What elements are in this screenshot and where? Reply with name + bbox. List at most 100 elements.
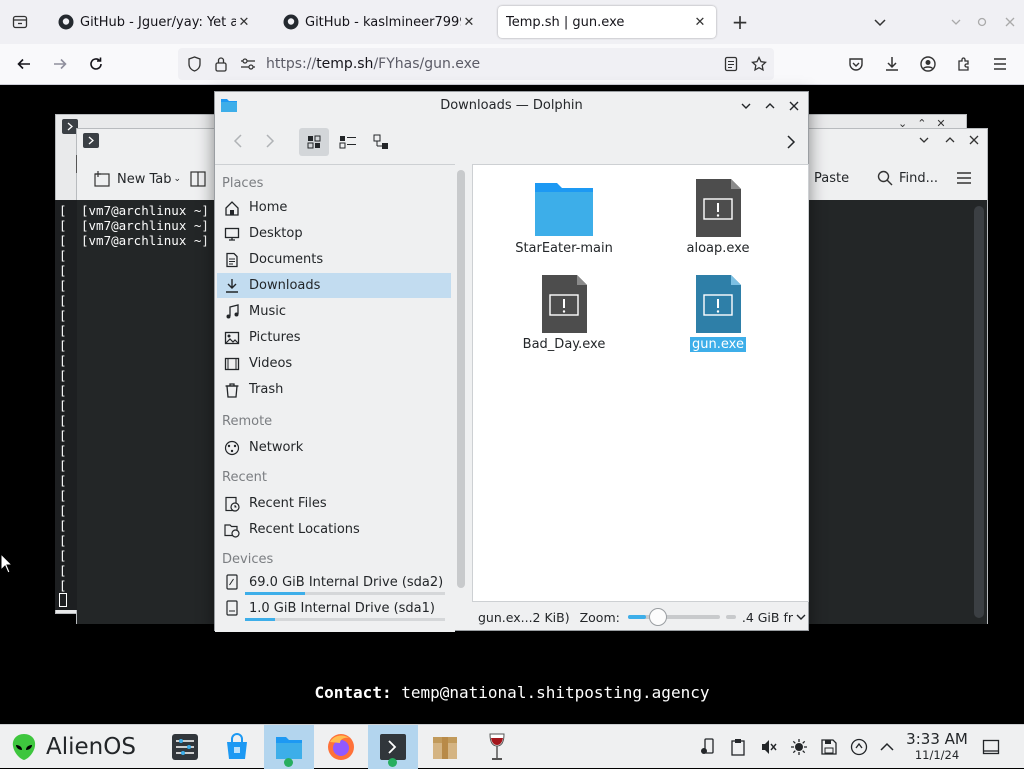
clipboard-icon[interactable] <box>730 738 746 756</box>
place-music[interactable]: Music <box>217 299 451 324</box>
save-disk-icon[interactable] <box>820 738 838 756</box>
url-text[interactable]: https://temp.sh/FYhas/gun.exe <box>266 56 480 72</box>
close-tab-icon[interactable]: ✕ <box>461 15 477 30</box>
list-all-tabs-chevron-icon[interactable] <box>866 8 894 36</box>
lock-icon[interactable] <box>207 50 235 78</box>
tab-list-icon[interactable] <box>6 8 34 36</box>
tab-github-yay[interactable]: GitHub - Jguer/yay: Yet an ✕ <box>50 6 260 38</box>
new-tab-button[interactable]: New Tab ⌄ <box>93 170 181 188</box>
terminal-bracket: [ <box>59 323 67 338</box>
paste-button[interactable]: Paste <box>814 171 849 186</box>
taskbar-archive-app[interactable] <box>420 725 470 769</box>
digital-clock[interactable]: 3:33 AM 11/1/24 <box>900 731 974 763</box>
konsole-maximize-icon[interactable] <box>944 134 956 146</box>
home-icon <box>223 199 241 217</box>
close-tab-icon[interactable]: ✕ <box>692 15 708 30</box>
file-item[interactable]: Bad_Day.exe <box>499 275 629 352</box>
compact-view-icon[interactable] <box>339 134 357 150</box>
find-button[interactable]: Find... <box>877 170 938 186</box>
terminal-line: [vm7@archlinux ~] <box>81 218 209 233</box>
konsole-close-icon[interactable] <box>968 134 980 146</box>
forward-nav-icon[interactable] <box>263 132 277 150</box>
new-tab-plus-icon[interactable]: + <box>726 8 754 36</box>
places-scrollbar[interactable] <box>457 170 465 588</box>
tab-github-kaslmineer[interactable]: GitHub - kaslmineer7999/ ✕ <box>275 6 485 38</box>
maximize-icon[interactable] <box>764 100 776 112</box>
terminal-bracket: [ <box>59 413 67 428</box>
place-home[interactable]: Home <box>217 195 451 220</box>
downloads-icon[interactable] <box>878 50 906 78</box>
device-label: 69.0 GiB Internal Drive (sda2) <box>249 574 444 590</box>
tab-tempsh-gun[interactable]: Temp.sh | gun.exe ✕ <box>498 6 716 38</box>
updates-icon[interactable] <box>850 738 868 756</box>
place-documents[interactable]: Documents <box>217 247 451 272</box>
pocket-icon[interactable] <box>842 50 870 78</box>
taskbar-konsole-app[interactable] <box>368 725 418 769</box>
split-view-icon[interactable] <box>190 170 206 188</box>
place-pictures[interactable]: Pictures <box>217 325 451 350</box>
brightness-icon[interactable] <box>790 738 808 756</box>
reader-view-icon[interactable] <box>717 50 745 78</box>
taskbar-discover-app[interactable] <box>212 725 262 769</box>
place-trash[interactable]: Trash <box>217 377 451 402</box>
device-sda1[interactable]: 1.0 GiB Internal Drive (sda1) <box>217 597 451 619</box>
desktop-icon <box>223 225 241 243</box>
extensions-icon[interactable] <box>950 50 978 78</box>
terminal-scrollbar[interactable] <box>974 206 984 618</box>
wine-glass-icon <box>485 732 509 762</box>
terminal-bracket: [ <box>59 443 67 458</box>
running-indicator-icon <box>284 758 293 767</box>
chevron-down-icon[interactable] <box>795 611 807 623</box>
back-arrow-icon[interactable] <box>10 50 38 78</box>
konsole-menu-icon[interactable] <box>956 171 972 185</box>
reload-icon[interactable] <box>82 50 110 78</box>
kde-connect-icon[interactable] <box>700 738 718 756</box>
forward-arrow-icon[interactable] <box>46 50 74 78</box>
file-item[interactable]: aloap.exe <box>653 179 783 256</box>
place-recent-files[interactable]: Recent Files <box>217 491 451 516</box>
zoom-slider-handle[interactable] <box>649 608 668 626</box>
terminal-bracket: [ <box>59 563 67 578</box>
zoom-slider[interactable] <box>627 608 720 626</box>
place-desktop[interactable]: Desktop <box>217 221 451 246</box>
close-icon[interactable] <box>788 100 800 112</box>
taskbar-firefox-app[interactable] <box>316 725 366 769</box>
more-chevron-icon[interactable] <box>785 134 797 150</box>
application-launcher[interactable]: AlienOS <box>10 729 136 765</box>
taskbar: AlienOS <box>0 724 1024 769</box>
place-downloads[interactable]: Downloads <box>217 273 451 298</box>
contact-label: Contact: <box>314 683 392 702</box>
close-tab-icon[interactable]: ✕ <box>236 15 252 30</box>
file-item-selected[interactable]: gun.exe <box>653 275 783 352</box>
taskbar-wine-app[interactable] <box>472 725 522 769</box>
mouse-pointer-icon <box>0 553 14 575</box>
permissions-icon[interactable] <box>234 50 262 78</box>
taskbar-settings-app[interactable] <box>160 725 210 769</box>
device-sda2[interactable]: 69.0 GiB Internal Drive (sda2) <box>217 571 451 593</box>
tracking-shield-icon[interactable] <box>180 50 208 78</box>
back-terminal-brackets: [[[[[[[[[[[[[[[[[[[[[[[[[[ <box>59 203 67 593</box>
file-view[interactable]: StarEater-main aloap.exe Bad_Day.exe gun… <box>472 164 809 602</box>
maximize-window-icon[interactable] <box>968 8 996 36</box>
contact-email[interactable]: temp@national.shitposting.agency <box>401 683 709 702</box>
hamburger-menu-icon[interactable] <box>986 50 1014 78</box>
account-icon[interactable] <box>914 50 942 78</box>
bookmark-star-icon[interactable] <box>745 50 773 78</box>
place-videos[interactable]: Videos <box>217 351 451 376</box>
terminal-bracket: [ <box>59 428 67 443</box>
system-tray-expand-icon[interactable] <box>878 738 896 756</box>
place-network[interactable]: Network <box>217 435 451 460</box>
place-recent-locations[interactable]: Recent Locations <box>217 517 451 542</box>
minimize-window-icon[interactable] <box>942 8 970 36</box>
place-label: Recent Locations <box>249 522 360 537</box>
minimize-icon[interactable] <box>740 100 752 112</box>
show-desktop-icon[interactable] <box>982 738 1000 756</box>
taskbar-dolphin-app[interactable] <box>264 725 314 769</box>
file-item[interactable]: StarEater-main <box>499 179 629 256</box>
konsole-minimize-icon[interactable] <box>918 134 930 146</box>
back-nav-icon[interactable] <box>231 132 245 150</box>
volume-muted-icon[interactable] <box>760 738 778 756</box>
details-view-icon[interactable] <box>373 134 391 150</box>
close-window-icon[interactable] <box>996 8 1024 36</box>
icons-view-button[interactable] <box>299 128 329 156</box>
